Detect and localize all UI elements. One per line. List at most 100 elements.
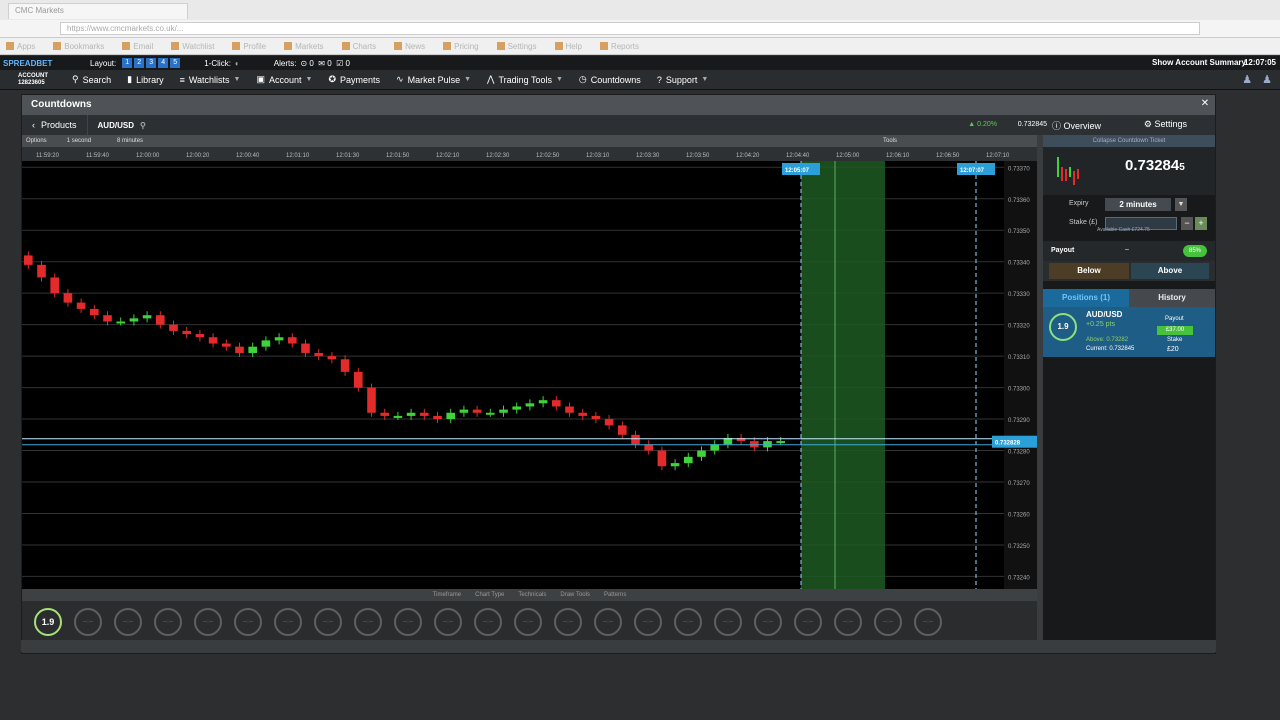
- bookmark-item[interactable]: Apps: [6, 42, 35, 51]
- layout-button-2[interactable]: 2: [134, 58, 145, 68]
- bookmark-item[interactable]: Profile: [232, 42, 266, 51]
- countdown-tile-empty[interactable]: --:--: [114, 608, 142, 636]
- tools-menu[interactable]: Tools: [883, 138, 897, 144]
- stake-increase-button[interactable]: +: [1195, 217, 1207, 230]
- layout-button-4[interactable]: 4: [158, 58, 169, 68]
- close-icon[interactable]: ✕: [1199, 98, 1211, 110]
- nav-watchlists[interactable]: ≡ Watchlists ▼: [172, 70, 249, 90]
- chevron-down-icon: ▼: [305, 76, 313, 83]
- bookmark-label: Watchlist: [182, 41, 215, 51]
- oneclick-toggle[interactable]: ◐: [235, 59, 240, 68]
- countdown-tile-empty[interactable]: --:--: [194, 608, 222, 636]
- bookmark-item[interactable]: Charts: [341, 42, 376, 51]
- bookmark-item[interactable]: News: [394, 42, 425, 51]
- search-icon: ⚲: [72, 74, 79, 84]
- settings-button[interactable]: ⚙ Settings: [1144, 119, 1187, 130]
- countdown-tile-empty[interactable]: --:--: [914, 608, 942, 636]
- countdown-tile-empty[interactable]: --:--: [474, 608, 502, 636]
- price-tick-label: 0.73260: [1008, 512, 1030, 518]
- candle: [697, 450, 706, 457]
- stake-decrease-button[interactable]: −: [1181, 217, 1193, 230]
- market-selector[interactable]: AUD/USD ⚲: [88, 121, 156, 130]
- bookmark-label: Markets: [295, 41, 324, 51]
- candle: [76, 302, 86, 309]
- overview-button[interactable]: ⓘ Overview: [1052, 119, 1101, 132]
- countdown-tile-empty[interactable]: --:--: [794, 608, 822, 636]
- nav-market-pulse[interactable]: ∿ Market Pulse ▼: [388, 70, 479, 90]
- bookmark-item[interactable]: Watchlist: [171, 42, 214, 51]
- expiry-select[interactable]: 2 minutes: [1105, 198, 1171, 211]
- candlestick-chart[interactable]: 0.73370 0.73360 0.73350 0.73340 0.73330 0.733…: [22, 161, 1037, 589]
- countdown-tile-empty[interactable]: --:--: [834, 608, 862, 636]
- time-tick-label: 12:01:10: [286, 153, 310, 159]
- below-button[interactable]: Below: [1049, 263, 1129, 279]
- countdown-tile-empty[interactable]: --:--: [594, 608, 622, 636]
- countdown-tile-empty[interactable]: --:--: [714, 608, 742, 636]
- candle: [486, 412, 495, 415]
- nav-payments[interactable]: ✪ Payments: [320, 70, 388, 90]
- countdown-tile-empty[interactable]: --:--: [274, 608, 302, 636]
- layout-button-3[interactable]: 3: [146, 58, 157, 68]
- bookmark-item[interactable]: Help: [554, 42, 582, 51]
- duration-select[interactable]: 8 minutes: [117, 138, 143, 144]
- bookmark-item[interactable]: Bookmarks: [53, 42, 104, 51]
- layout-button-5[interactable]: 5: [170, 58, 181, 68]
- collapse-ticket[interactable]: Collapse Countdown Ticket: [1043, 135, 1215, 147]
- layout-button-1[interactable]: 1: [122, 58, 133, 68]
- nav-countdowns[interactable]: ◷ Countdowns: [571, 70, 649, 90]
- countdown-tile-empty[interactable]: --:--: [754, 608, 782, 636]
- position-strike: Above: 0.73282: [1086, 337, 1129, 343]
- time-tick-label: 12:06:50: [936, 153, 960, 159]
- chart-bottom-tool[interactable]: Technicals: [518, 592, 546, 598]
- countdown-tile-empty[interactable]: --:--: [234, 608, 262, 636]
- chart-bottom-tool[interactable]: Timeframe: [433, 592, 461, 598]
- nav-search[interactable]: ⚲ Search: [64, 70, 119, 90]
- bookmark-item[interactable]: Pricing: [443, 42, 479, 51]
- nav-support[interactable]: ? Support ▼: [649, 70, 716, 90]
- countdowns-window: Countdowns ✕ ‹ Products AUD/USD ⚲ ▲ 0.20% …: [21, 94, 1216, 654]
- countdown-tile-empty[interactable]: --:--: [554, 608, 582, 636]
- countdown-tile-empty[interactable]: --:--: [514, 608, 542, 636]
- users-icon[interactable]: ♟: [1262, 73, 1272, 86]
- tab-history[interactable]: History: [1129, 289, 1215, 307]
- price-tick-label: 0.73320: [1008, 324, 1030, 330]
- products-button[interactable]: ‹ Products: [22, 115, 88, 135]
- chart-bottom-tool[interactable]: Chart Type: [475, 592, 504, 598]
- user-icon[interactable]: ♟: [1242, 73, 1252, 86]
- above-button[interactable]: Above: [1131, 263, 1209, 279]
- options-menu[interactable]: Options: [26, 138, 47, 144]
- countdown-tile-active[interactable]: 1.9: [34, 608, 62, 636]
- candle: [578, 412, 587, 416]
- nav-library[interactable]: ▮ Library: [119, 70, 171, 90]
- interval-select[interactable]: 1 second: [67, 138, 91, 144]
- countdown-tile-empty[interactable]: --:--: [674, 608, 702, 636]
- nav-trading-tools[interactable]: ⋀ Trading Tools ▼: [479, 70, 571, 90]
- browser-tab[interactable]: CMC Markets: [8, 3, 188, 19]
- candle: [182, 330, 191, 335]
- bookmark-item[interactable]: Reports: [599, 41, 639, 51]
- countdown-tile-empty[interactable]: --:--: [314, 608, 342, 636]
- account-box[interactable]: ACCOUNT 12823605: [0, 73, 64, 87]
- bookmark-item[interactable]: Markets: [284, 41, 324, 51]
- countdown-tile-empty[interactable]: --:--: [154, 608, 182, 636]
- countdown-tile-empty[interactable]: --:--: [354, 608, 382, 636]
- countdown-tile-empty[interactable]: --:--: [634, 608, 662, 636]
- show-account-summary[interactable]: Show Account Summary: [1152, 58, 1246, 67]
- url-field[interactable]: https://www.cmcmarkets.co.uk/...: [60, 22, 1200, 35]
- alerts-counts[interactable]: ⊙ 0 ✉ 0 ☑ 0: [300, 59, 350, 68]
- nav-account[interactable]: ▣ Account ▼: [248, 70, 320, 90]
- countdown-tile-empty[interactable]: --:--: [394, 608, 422, 636]
- bookmark-item[interactable]: Settings: [496, 42, 537, 51]
- position-card[interactable]: 1.9 AUD/USD +0.25 pts Above: 0.73282 Cur…: [1043, 307, 1215, 357]
- countdown-tile-empty[interactable]: --:--: [74, 608, 102, 636]
- price-chart[interactable]: 0.73370 0.73360 0.73350 0.73340 0.73330 0.733…: [22, 161, 1037, 589]
- chevron-down-icon[interactable]: ▼: [1175, 198, 1187, 211]
- bookmark-item[interactable]: Email: [122, 42, 153, 51]
- chart-bottom-tool[interactable]: Draw Tools: [560, 592, 590, 598]
- tab-positions[interactable]: Positions (1): [1043, 289, 1129, 307]
- countdown-tile-empty[interactable]: --:--: [434, 608, 462, 636]
- chart-bottom-tool[interactable]: Patterns: [604, 592, 626, 598]
- countdown-tile-empty[interactable]: --:--: [874, 608, 902, 636]
- bookmark-label: Reports: [610, 41, 639, 51]
- payments-icon: ✪: [328, 74, 336, 84]
